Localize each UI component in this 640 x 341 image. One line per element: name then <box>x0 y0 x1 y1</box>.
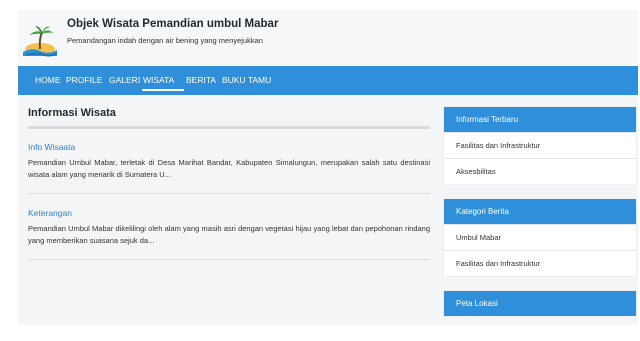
sidebar-map-card: Peta Lokasi <box>444 291 636 316</box>
article-divider <box>28 193 430 194</box>
title-divider <box>28 126 430 129</box>
nav-berita[interactable]: BERITA <box>186 75 216 85</box>
sidebar-category-item[interactable]: Fasilitas dan Infrastruktur <box>444 250 636 276</box>
sidebar-category-heading: Kategori Berita <box>444 199 636 224</box>
sidebar-map-heading[interactable]: Peta Lokasi <box>444 291 636 316</box>
page: Objek Wisata Pemandian umbul Mabar Peman… <box>0 0 640 341</box>
site-tagline: Pemandangan indah dengan air bening yang… <box>67 36 263 45</box>
site-title: Objek Wisata Pemandian umbul Mabar <box>67 18 279 30</box>
article-body-info: Pemandian Umbul Mabar, terletak di Desa … <box>28 158 430 179</box>
main-navbar: HOME PROFILE GALERI WISATA BERITA BUKU T… <box>18 66 638 95</box>
sidebar-latest-card: Informasi Terbaru Fasilitas dan Infrastr… <box>444 107 636 184</box>
nav-home[interactable]: HOME <box>35 75 61 85</box>
article-title-keterangan[interactable]: Keterangan <box>28 208 72 218</box>
sidebar-category-card: Kategori Berita Umbul Mabar Fasilitas da… <box>444 199 636 276</box>
nav-buku-tamu[interactable]: BUKU TAMU <box>222 75 271 85</box>
nav-active-indicator <box>142 89 184 91</box>
sidebar-latest-item[interactable]: Fasilitas dan Infrastruktur <box>444 132 636 158</box>
sidebar-latest-item[interactable]: Aksesbilitas <box>444 158 636 184</box>
sidebar-category-item[interactable]: Umbul Mabar <box>444 224 636 250</box>
page-title: Informasi Wisata <box>28 107 116 119</box>
article-body-keterangan: Pemandian Umbul Mabar dikelilingi oleh a… <box>28 224 430 245</box>
nav-wisata[interactable]: WISATA <box>143 75 174 85</box>
main-content: Informasi Wisata Info Wisaata Pemandian … <box>18 95 638 325</box>
nav-galeri[interactable]: GALERI <box>109 75 140 85</box>
article-divider <box>28 259 430 260</box>
site-header: Objek Wisata Pemandian umbul Mabar Peman… <box>18 10 638 65</box>
sidebar-latest-heading: Informasi Terbaru <box>444 107 636 132</box>
article-title-info[interactable]: Info Wisaata <box>28 142 75 152</box>
island-palm-logo[interactable] <box>18 22 62 60</box>
nav-profile[interactable]: PROFILE <box>66 75 102 85</box>
